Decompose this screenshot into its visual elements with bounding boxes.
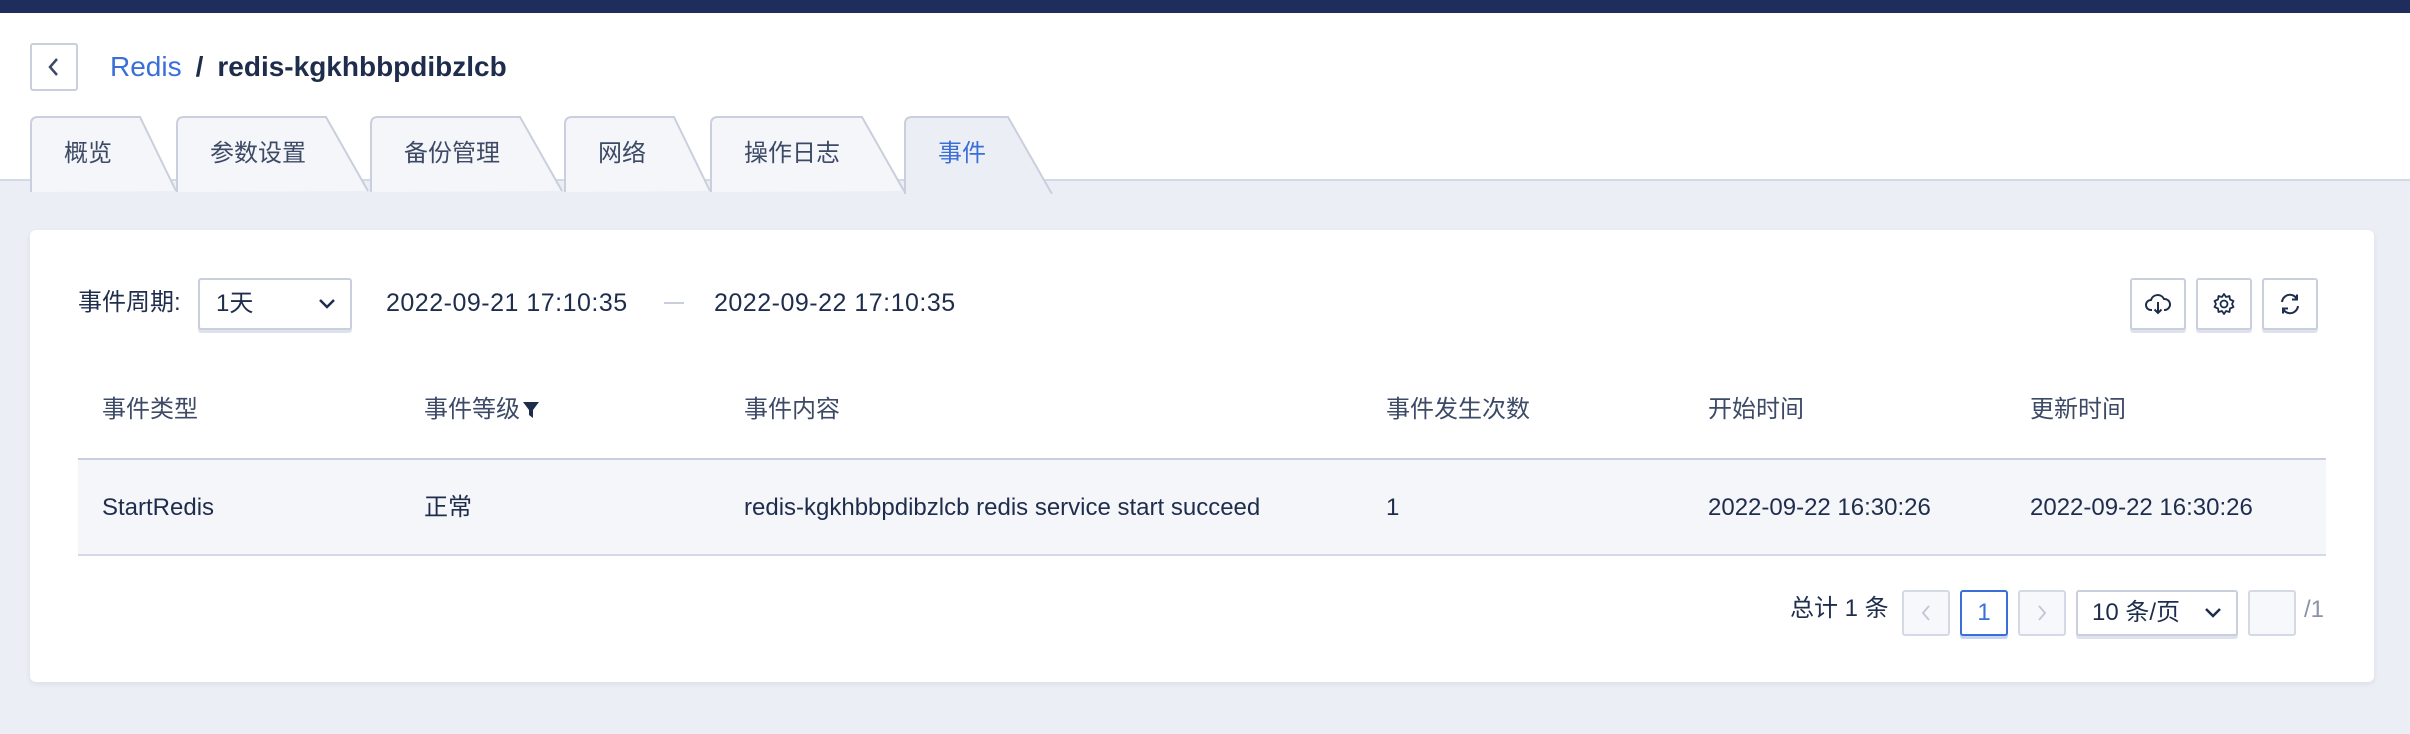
refresh-button[interactable] bbox=[2262, 278, 2318, 330]
tab-parameters[interactable]: 参数设置 bbox=[176, 116, 370, 192]
breadcrumb-parent-link[interactable]: Redis bbox=[110, 51, 182, 83]
top-bar bbox=[0, 0, 2410, 13]
start-time: 2022-09-21 17:10:35 bbox=[386, 289, 628, 317]
column-header-event-type: 事件类型 bbox=[102, 396, 198, 423]
cell-event-count: 1 bbox=[1386, 494, 1400, 521]
gear-icon bbox=[2213, 293, 2235, 315]
back-button[interactable] bbox=[30, 43, 78, 91]
chevron-down-icon bbox=[319, 299, 335, 309]
tab-label: 概览 bbox=[64, 140, 112, 167]
tab-events[interactable]: 事件 bbox=[904, 116, 1054, 194]
table-header: 事件类型 事件等级 事件内容 事件发生次数 开始时间 更新时间 bbox=[78, 360, 2326, 460]
page-size-select[interactable]: 10 条/页 bbox=[2076, 590, 2238, 636]
tab-label: 网络 bbox=[598, 140, 646, 167]
column-header-event-level[interactable]: 事件等级 bbox=[424, 360, 540, 460]
settings-button[interactable] bbox=[2196, 278, 2252, 330]
cloud-download-icon bbox=[2145, 294, 2171, 315]
tab-label: 备份管理 bbox=[404, 140, 500, 167]
tab-label: 参数设置 bbox=[210, 140, 306, 167]
column-header-event-content: 事件内容 bbox=[744, 396, 840, 423]
cell-event-content: redis-kgkhbbpdibzlcb redis service start… bbox=[744, 494, 1261, 521]
cell-start-time: 2022-09-22 16:30:26 bbox=[1708, 494, 1931, 521]
page-number-button[interactable]: 1 bbox=[1960, 590, 2008, 636]
tab-label: 操作日志 bbox=[744, 140, 840, 167]
cell-update-time: 2022-09-22 16:30:26 bbox=[2030, 494, 2253, 521]
tab-network[interactable]: 网络 bbox=[564, 116, 712, 192]
tab-backup[interactable]: 备份管理 bbox=[370, 116, 564, 192]
chevron-down-icon bbox=[2205, 608, 2221, 618]
column-header-label: 事件等级 bbox=[424, 396, 520, 423]
column-header-start-time: 开始时间 bbox=[1708, 396, 1804, 423]
tab-operation-log[interactable]: 操作日志 bbox=[710, 116, 906, 192]
page-title: redis-kgkhbbpdibzlcb bbox=[217, 51, 507, 82]
page-count: /1 bbox=[2304, 596, 2325, 623]
tab-overview[interactable]: 概览 bbox=[30, 116, 178, 192]
period-select-value: 1天 bbox=[216, 290, 254, 317]
chevron-right-icon bbox=[2038, 605, 2047, 621]
chevron-left-icon bbox=[48, 58, 58, 76]
cell-event-type: StartRedis bbox=[102, 494, 215, 521]
table-row: StartRedis 正常 redis-kgkhbbpdibzlcb redis… bbox=[78, 460, 2326, 556]
page-jump-input[interactable] bbox=[2248, 590, 2296, 636]
filter-icon[interactable] bbox=[522, 400, 540, 420]
tab-label: 事件 bbox=[938, 140, 986, 167]
chevron-left-icon bbox=[1921, 605, 1930, 621]
breadcrumb-separator: / bbox=[195, 51, 204, 82]
page-size-value: 10 条/页 bbox=[2092, 599, 2181, 626]
column-header-update-time: 更新时间 bbox=[2030, 396, 2126, 423]
events-card: 事件周期: 1天 2022-09-21 17:10:35 2022-09-22 … bbox=[30, 230, 2374, 682]
period-label: 事件周期: bbox=[78, 289, 181, 316]
page-header: Redis / redis-kgkhbbpdibzlcb 概览 参数设置 备份管… bbox=[0, 13, 2410, 194]
end-time: 2022-09-22 17:10:35 bbox=[714, 289, 956, 317]
prev-page-button[interactable] bbox=[1902, 590, 1950, 636]
refresh-icon bbox=[2281, 293, 2299, 315]
next-page-button[interactable] bbox=[2018, 590, 2066, 636]
period-select[interactable]: 1天 bbox=[198, 278, 352, 330]
download-button[interactable] bbox=[2130, 278, 2186, 330]
pagination-total: 总计 1 条 bbox=[1790, 595, 1889, 622]
column-header-event-count: 事件发生次数 bbox=[1386, 396, 1530, 423]
date-range-separator bbox=[664, 302, 684, 304]
breadcrumb: Redis / redis-kgkhbbpdibzlcb bbox=[110, 47, 507, 87]
cell-event-level: 正常 bbox=[424, 494, 472, 521]
